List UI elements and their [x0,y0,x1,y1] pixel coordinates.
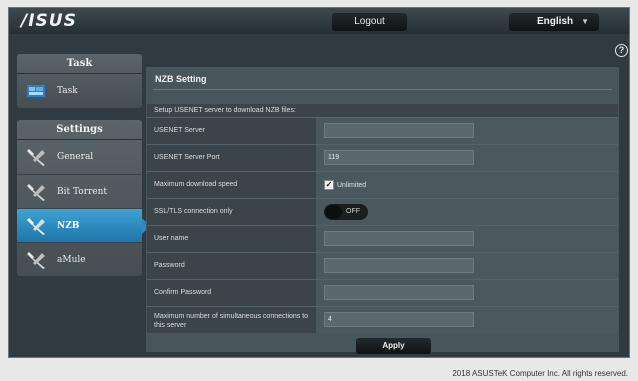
language-select[interactable]: English ▼ [509,13,599,31]
confirm-password-cell [316,280,618,306]
sidebar-item-label: Task [57,86,78,96]
toggle-knob [325,205,342,219]
settings-panel: Settings General Bit Torrent NZB aMule [17,120,150,276]
sidebar-item-label: General [57,152,94,162]
table-row: Confirm Password [147,279,618,306]
max-download-speed-cell: ✓ Unlimited [316,172,618,198]
copyright-text: 2018 ASUSTeK Computer Inc. All rights re… [452,369,628,378]
usenet-server-port-input[interactable]: 119 [324,150,474,165]
user-name-label: User name [147,226,316,252]
sidebar-item-task[interactable]: Task [17,74,142,108]
ssl-tls-toggle[interactable]: OFF [324,204,368,220]
top-bar: /ISUS Logout English ▼ [9,8,629,34]
task-panel-title: Task [17,54,142,74]
user-name-input[interactable] [324,231,474,246]
logout-button[interactable]: Logout [332,13,407,31]
usenet-server-label: USENET Server [147,118,316,144]
settings-table: Setup USENET server to download NZB file… [147,104,618,333]
page-title: NZB Setting [155,74,207,84]
table-row: Maximum number of simultaneous connectio… [147,306,618,333]
sidebar-item-label: aMule [57,255,86,265]
ssl-tls-label: SSL/TLS connection only [147,199,316,225]
max-download-speed-label: Maximum download speed [147,172,316,198]
settings-description: Setup USENET server to download NZB file… [147,104,618,117]
usenet-server-port-cell: 119 [316,145,618,171]
usenet-server-port-label: USENET Server Port [147,145,316,171]
table-row: Password [147,252,618,279]
title-divider [153,89,612,90]
sidebar-item-label: NZB [57,221,80,231]
password-cell [316,253,618,279]
table-row: User name [147,225,618,252]
table-row: SSL/TLS connection only OFF [147,198,618,225]
apply-button[interactable]: Apply [356,338,431,354]
wrench-icon [27,252,45,269]
sidebar-item-general[interactable]: General [17,140,142,174]
language-label: English [537,16,574,27]
task-panel: Task Task [17,54,142,108]
wrench-icon [27,149,45,166]
table-row: USENET Server Port 119 [147,144,618,171]
ssl-tls-cell: OFF [316,199,618,225]
sidebar-item-amule[interactable]: aMule [17,242,142,276]
settings-panel-title: Settings [17,120,142,140]
usenet-server-input[interactable] [324,123,474,138]
usenet-server-cell [316,118,618,144]
table-row: USENET Server [147,117,618,144]
checkbox-checked-icon: ✓ [324,180,334,190]
sidebar-item-label: Bit Torrent [57,187,108,197]
confirm-password-input[interactable] [324,285,474,300]
unlimited-checkbox[interactable]: ✓ Unlimited [324,180,366,190]
wrench-icon [27,184,45,201]
password-input[interactable] [324,258,474,273]
user-name-cell [316,226,618,252]
max-connections-cell: 4 [316,307,618,333]
chevron-down-icon: ▼ [581,17,589,26]
confirm-password-label: Confirm Password [147,280,316,306]
asus-logo: /ISUS [21,11,77,31]
app-frame: /ISUS Logout English ▼ ? Task Task Setti… [8,7,630,358]
table-row: Maximum download speed ✓ Unlimited [147,171,618,198]
nzb-settings-panel: NZB Setting Setup USENET server to downl… [146,67,619,354]
max-connections-input[interactable]: 4 [324,312,474,327]
sidebar-item-nzb[interactable]: NZB [17,208,150,242]
help-icon[interactable]: ? [615,44,628,57]
task-icon [27,85,45,97]
wrench-icon [27,218,45,235]
sidebar-item-bit-torrent[interactable]: Bit Torrent [17,174,142,208]
sidebar: Task Task Settings General Bit Torrent N… [17,54,150,276]
max-connections-label: Maximum number of simultaneous connectio… [147,307,316,333]
toggle-state-label: OFF [346,208,360,215]
unlimited-checkbox-label: Unlimited [337,181,367,189]
password-label: Password [147,253,316,279]
